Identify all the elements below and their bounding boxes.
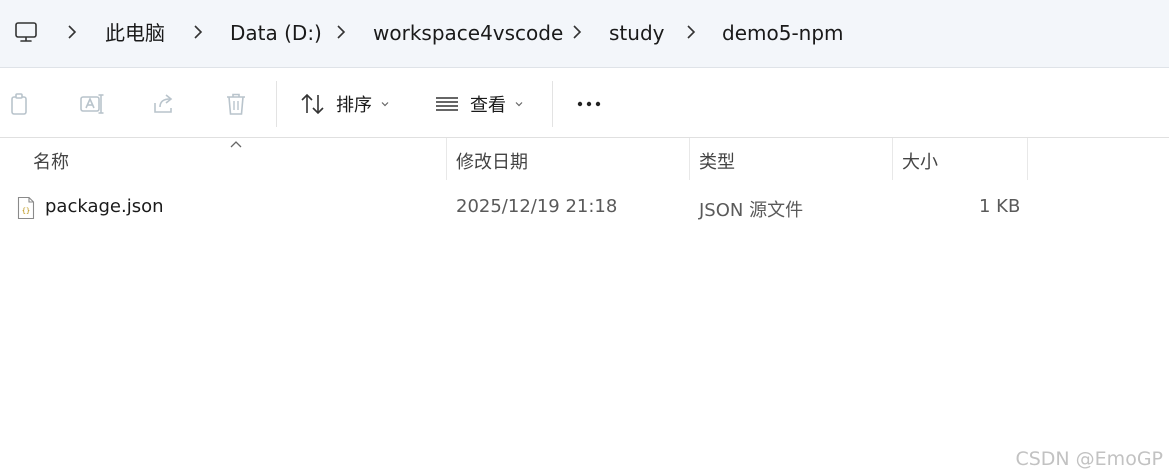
breadcrumb-demo5-npm[interactable]: demo5-npm: [722, 20, 844, 46]
column-header-modified[interactable]: 修改日期: [447, 138, 690, 180]
trash-icon[interactable]: [223, 91, 249, 117]
address-bar[interactable]: 此电脑 Data (D:) workspace4vscode study dem…: [0, 0, 1169, 68]
sort-button-label: 排序: [336, 95, 372, 116]
watermark: CSDN @EmoGP: [1015, 448, 1163, 470]
chevron-right-icon[interactable]: [192, 22, 204, 42]
breadcrumb-workspace4vscode[interactable]: workspace4vscode: [373, 20, 563, 46]
breadcrumb-this-pc[interactable]: 此电脑: [105, 20, 165, 46]
chevron-down-icon: [515, 102, 523, 107]
breadcrumb-study[interactable]: study: [609, 20, 664, 46]
column-header-modified-label: 修改日期: [456, 152, 528, 173]
share-icon[interactable]: [151, 91, 177, 117]
column-header-size[interactable]: 大小: [893, 138, 1028, 180]
chevron-right-icon[interactable]: [685, 22, 697, 42]
command-toolbar: 排序 查看: [0, 69, 1169, 138]
chevron-right-icon[interactable]: [571, 22, 583, 42]
sort-button[interactable]: 排序: [300, 83, 390, 125]
monitor-icon[interactable]: [14, 20, 38, 44]
file-size: 1 KB: [979, 196, 1021, 217]
column-header-size-label: 大小: [902, 152, 938, 173]
toolbar-divider: [552, 81, 553, 127]
file-row-package-json[interactable]: {} package.json 2025/12/19 21:18 JSON 源文…: [0, 188, 1030, 228]
sort-icon: [301, 93, 324, 115]
view-button[interactable]: 查看: [434, 83, 524, 125]
more-icon[interactable]: [576, 91, 602, 117]
copy-icon[interactable]: [7, 91, 33, 117]
column-header-type-label: 类型: [699, 152, 735, 173]
json-file-icon: {}: [17, 196, 35, 220]
column-header-row: 名称 修改日期 类型 大小: [0, 138, 1169, 180]
file-type: JSON 源文件: [699, 200, 804, 221]
chevron-right-icon[interactable]: [66, 22, 78, 42]
breadcrumb-data-drive[interactable]: Data (D:): [230, 20, 322, 46]
chevron-right-icon[interactable]: [335, 22, 347, 42]
rename-icon[interactable]: [79, 91, 105, 117]
toolbar-divider: [276, 81, 277, 127]
file-modified: 2025/12/19 21:18: [456, 196, 618, 217]
file-name: package.json: [45, 196, 164, 217]
chevron-down-icon: [381, 102, 389, 107]
column-header-type[interactable]: 类型: [690, 138, 893, 180]
view-button-label: 查看: [470, 95, 506, 116]
column-header-name-label: 名称: [33, 152, 69, 173]
svg-text:{}: {}: [22, 207, 30, 215]
column-header-name[interactable]: 名称: [0, 138, 447, 180]
view-icon: [436, 97, 458, 111]
